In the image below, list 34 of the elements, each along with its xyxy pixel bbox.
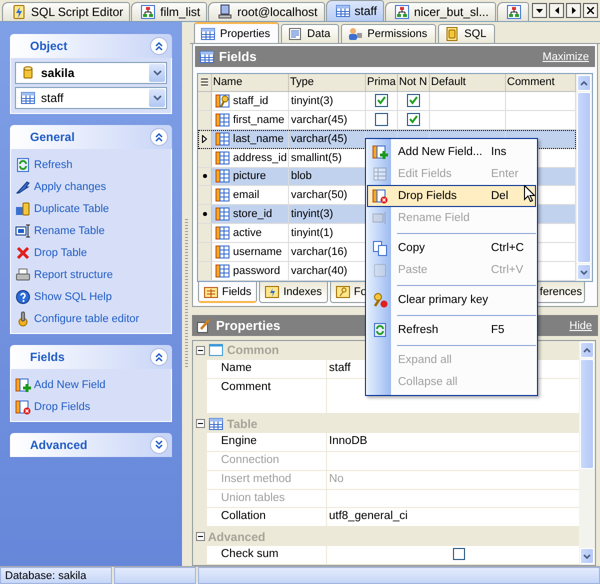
property-value: staff xyxy=(329,362,351,376)
panel-title: Properties xyxy=(216,318,280,333)
panel-title: General xyxy=(30,130,75,144)
status-text: Database: sakila xyxy=(0,567,112,584)
group-title: Advanced xyxy=(208,530,266,544)
panel-title: Object xyxy=(30,39,68,53)
property-label: Check sum xyxy=(207,546,327,564)
property-label: Connection xyxy=(207,452,327,470)
panel-title: Advanced xyxy=(30,438,88,452)
property-label: Comment xyxy=(207,378,327,414)
table-cell: email xyxy=(212,186,289,204)
table-cell: first_name xyxy=(212,110,289,129)
panel-title: Fields xyxy=(30,350,65,364)
table-cell: password xyxy=(212,262,289,280)
property-label: Union tables xyxy=(207,490,327,508)
table-cell: store_id xyxy=(212,205,289,224)
property-value: InnoDB xyxy=(329,435,368,450)
property-label: Insert method xyxy=(207,470,327,489)
property-label: Collation xyxy=(207,508,327,526)
table-cell: address_id xyxy=(212,148,289,167)
panel-title: Fields xyxy=(219,49,257,64)
table-cell: last_name xyxy=(212,130,289,148)
group-title: Table xyxy=(227,416,258,431)
property-value: No xyxy=(329,472,344,487)
property-label: Name xyxy=(207,360,327,378)
table-cell: tinyint(3) xyxy=(289,92,366,110)
table-cell: active xyxy=(212,224,289,242)
group-title: Common xyxy=(227,343,279,358)
table-cell: username xyxy=(212,243,289,262)
property-value: utf8_general_ci xyxy=(329,510,408,524)
table-cell: picture xyxy=(212,168,289,186)
table-cell: varchar(45) xyxy=(289,110,366,129)
table-cell: staff_id xyxy=(212,92,289,110)
property-label: Engine xyxy=(207,433,327,451)
